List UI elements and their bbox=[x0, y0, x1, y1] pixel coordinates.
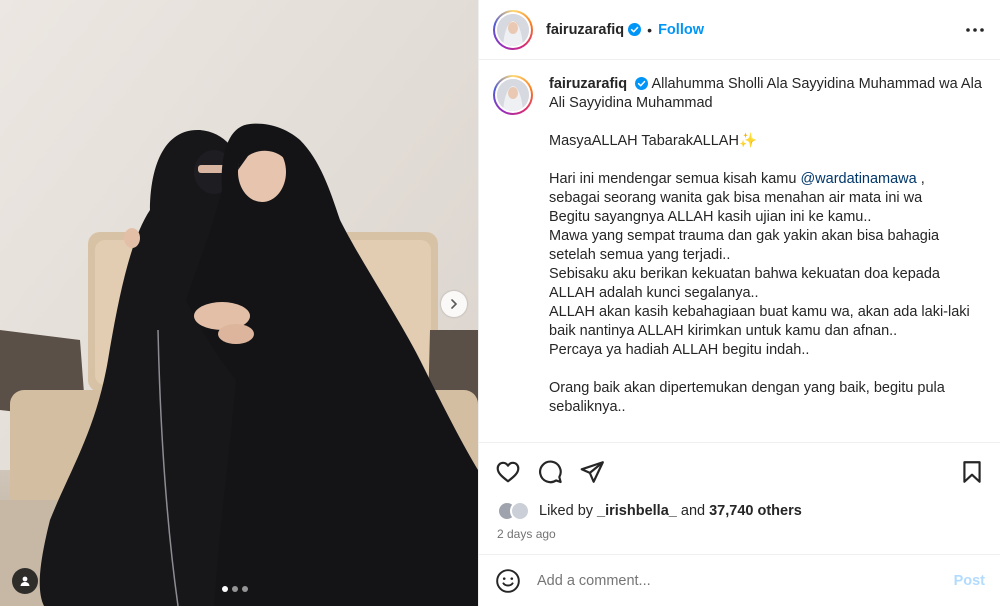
user-tag-icon bbox=[20, 576, 30, 586]
separator: • bbox=[647, 21, 653, 38]
follow-button[interactable]: Follow bbox=[658, 22, 704, 38]
like-button[interactable] bbox=[495, 459, 521, 485]
post-header: fairuzarafiq • Follow bbox=[479, 0, 1000, 60]
caption-line: Sebisaku aku berikan kekuatan bahwa keku… bbox=[549, 266, 940, 301]
likes-summary: Liked by _irishbella_ and 37,740 others bbox=[497, 501, 802, 521]
caption-text: fairuzarafiq Allahumma Sholli Ala Sayyid… bbox=[549, 75, 987, 417]
comment-icon bbox=[539, 460, 562, 484]
carousel-dot bbox=[222, 586, 228, 592]
caption-line: Mawa yang sempat trauma dan gak yakin ak… bbox=[549, 228, 940, 263]
caption-line: Hari ini mendengar semua kisah kamu bbox=[549, 171, 797, 187]
caption-line: Begitu sayangnya ALLAH kasih ujian ini k… bbox=[549, 209, 872, 225]
post-details-panel: fairuzarafiq • Follow fairuzarafiq Allah… bbox=[478, 0, 1000, 606]
liker-avatars bbox=[497, 501, 533, 521]
comment-bar: Post bbox=[479, 554, 1000, 606]
avatar[interactable] bbox=[510, 501, 530, 521]
emoji-icon[interactable] bbox=[495, 568, 521, 594]
tagged-users-button[interactable] bbox=[12, 568, 38, 594]
verified-badge-icon bbox=[628, 23, 642, 36]
bookmark-icon bbox=[963, 461, 981, 483]
caption-line: MasyaALLAH TabarakALLAH✨ bbox=[549, 133, 757, 149]
likes-others-link[interactable]: 37,740 others bbox=[709, 503, 802, 519]
post-media[interactable] bbox=[0, 0, 478, 606]
avatar[interactable] bbox=[493, 9, 533, 50]
liker-username[interactable]: _irishbella_ bbox=[597, 503, 677, 519]
carousel-indicator bbox=[222, 586, 248, 592]
chevron-right-icon bbox=[451, 299, 458, 309]
verified-badge-icon bbox=[635, 77, 649, 90]
caption-area: fairuzarafiq Allahumma Sholli Ala Sayyid… bbox=[479, 61, 1000, 442]
mention-link[interactable]: @wardatinamawa bbox=[800, 171, 916, 187]
avatar[interactable] bbox=[493, 75, 533, 115]
share-icon bbox=[580, 461, 604, 483]
caption-line: sebagai seorang wanita gak bisa menahan … bbox=[549, 190, 923, 206]
likes-prefix: Liked by bbox=[539, 503, 594, 519]
heart-icon bbox=[496, 461, 520, 483]
share-button[interactable] bbox=[579, 459, 605, 485]
username-link[interactable]: fairuzarafiq bbox=[546, 22, 624, 38]
comment-button[interactable] bbox=[537, 459, 563, 485]
likes-conjunction: and bbox=[680, 503, 706, 519]
caption-line: ALLAH akan kasih kebahagiaan buat kamu w… bbox=[549, 304, 970, 339]
post-timestamp[interactable]: 2 days ago bbox=[497, 527, 556, 541]
caption-line: Percaya ya hadiah ALLAH begitu indah.. bbox=[549, 342, 810, 358]
post-actions: Liked by _irishbella_ and 37,740 others … bbox=[479, 442, 1000, 554]
save-button[interactable] bbox=[959, 459, 985, 485]
caption-text-fragment: , bbox=[916, 171, 925, 187]
post-photo bbox=[0, 0, 478, 606]
more-options-icon bbox=[966, 28, 984, 32]
comment-input[interactable] bbox=[537, 572, 954, 589]
post-comment-button[interactable]: Post bbox=[954, 573, 985, 589]
caption-username[interactable]: fairuzarafiq bbox=[549, 76, 627, 92]
carousel-next-button[interactable] bbox=[441, 291, 467, 317]
caption-line: Orang baik akan dipertemukan dengan yang… bbox=[549, 380, 945, 415]
carousel-dot bbox=[232, 586, 238, 592]
more-options-button[interactable] bbox=[963, 20, 987, 40]
carousel-dot bbox=[242, 586, 248, 592]
